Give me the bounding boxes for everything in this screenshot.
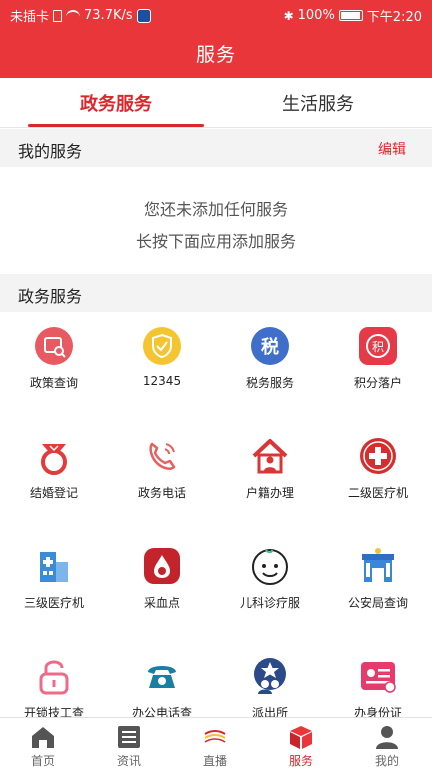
house-person-icon: [252, 439, 288, 474]
service-item[interactable]: 积 积分落户: [324, 312, 432, 422]
service-item[interactable]: 户籍办理: [216, 422, 324, 532]
nav-news[interactable]: 资讯: [86, 718, 172, 768]
notification-app-icon: [136, 8, 151, 23]
nav-services[interactable]: 服务: [258, 718, 344, 768]
service-label: 结婚登记: [29, 486, 78, 500]
page-title: 服务: [195, 44, 236, 66]
lock-icon: [39, 660, 69, 695]
service-box-icon: [290, 726, 312, 749]
network-speed: 73.7K/s: [84, 8, 133, 23]
service-item[interactable]: 结婚登记: [0, 422, 108, 532]
ring-icon: [41, 444, 67, 475]
service-item[interactable]: 公安局查询: [324, 532, 432, 642]
service-item[interactable]: 税 税务服务: [216, 312, 324, 422]
home-icon: [32, 727, 54, 748]
medical-cross-icon: [360, 438, 396, 474]
tab-bar: 政务服务 生活服务: [0, 78, 432, 128]
nav-label: 资讯: [116, 754, 141, 768]
nav-mine[interactable]: 我的: [344, 718, 430, 768]
svg-text:税: 税: [261, 336, 279, 358]
tab-gov-services[interactable]: 政务服务: [28, 90, 204, 116]
hospital-building-icon: [40, 552, 68, 582]
svg-text:积: 积: [372, 340, 384, 354]
police-badge-icon: [254, 658, 286, 694]
phone-icon: [149, 442, 176, 470]
nav-label: 服务: [288, 754, 313, 768]
clock: 下午2:20: [366, 10, 422, 25]
police-station-icon: [362, 548, 394, 582]
id-card-icon: [361, 662, 396, 693]
wifi-icon: [66, 10, 81, 21]
service-label: 三级医疗机: [23, 596, 84, 610]
my-services-label: 我的服务: [18, 142, 83, 161]
my-services-empty: 您还未添加任何服务 长按下面应用添加服务: [0, 166, 432, 272]
battery-percent: 100%: [297, 8, 335, 23]
nav-live[interactable]: 直播: [172, 718, 258, 768]
shield-check-icon: [143, 327, 181, 365]
top-bar: 未插卡 73.7K/s ✱ 100% 下午2:20 服务: [0, 0, 432, 78]
service-label: 政务电话: [137, 486, 186, 500]
battery-icon: [338, 10, 363, 21]
edit-button[interactable]: 编辑: [378, 139, 406, 159]
nav-home[interactable]: 首页: [0, 718, 86, 768]
service-item[interactable]: 12345: [108, 312, 216, 422]
service-label: 户籍办理: [245, 486, 294, 500]
blood-drop-icon: [144, 548, 180, 584]
nav-label: 我的: [374, 754, 399, 768]
service-label: 公安局查询: [347, 596, 408, 610]
service-label: 政策查询: [29, 376, 78, 390]
telephone-icon: [148, 666, 176, 688]
nav-label: 直播: [202, 754, 227, 768]
app: 未插卡 73.7K/s ✱ 100% 下午2:20 服务 政务服务 生活服务 我…: [0, 0, 432, 768]
gov-services-label: 政务服务: [18, 287, 83, 306]
carrier-text: 未插卡: [10, 10, 50, 25]
service-label: 采血点: [143, 596, 180, 610]
service-label: 12345: [142, 374, 182, 388]
live-icon: [204, 730, 226, 743]
policy-search-icon: [35, 327, 73, 365]
service-label: 儿科诊疗服: [239, 596, 300, 610]
tab-life-services[interactable]: 生活服务: [230, 90, 406, 116]
sim-icon: [53, 9, 63, 22]
active-tab-indicator: [28, 124, 204, 127]
service-item[interactable]: 政务电话: [108, 422, 216, 532]
status-bar: 未插卡 73.7K/s ✱ 100% 下午2:20: [0, 0, 432, 28]
service-item[interactable]: 儿科诊疗服: [216, 532, 324, 642]
service-item[interactable]: 三级医疗机: [0, 532, 108, 642]
points-settle-icon: 积: [359, 327, 397, 365]
news-icon: [118, 726, 140, 748]
nav-label: 首页: [30, 754, 55, 768]
service-item[interactable]: 采血点: [108, 532, 216, 642]
service-item[interactable]: 二级医疗机: [324, 422, 432, 532]
service-item[interactable]: 政策查询: [0, 312, 108, 422]
service-label: 税务服务: [245, 376, 294, 390]
gov-services-header: 政务服务: [0, 274, 432, 312]
tax-icon: 税: [251, 327, 289, 365]
empty-message-line1: 您还未添加任何服务: [143, 200, 288, 219]
bottom-nav: 首页 资讯 直播 服务 我的: [0, 717, 432, 768]
user-icon: [376, 726, 398, 749]
bluetooth-icon: ✱: [283, 8, 294, 23]
service-label: 积分落户: [353, 376, 402, 390]
service-label: 二级医疗机: [347, 486, 408, 500]
empty-message-line2: 长按下面应用添加服务: [135, 232, 296, 251]
baby-face-icon: [252, 549, 288, 585]
my-services-header: 我的服务 编辑: [0, 129, 432, 167]
